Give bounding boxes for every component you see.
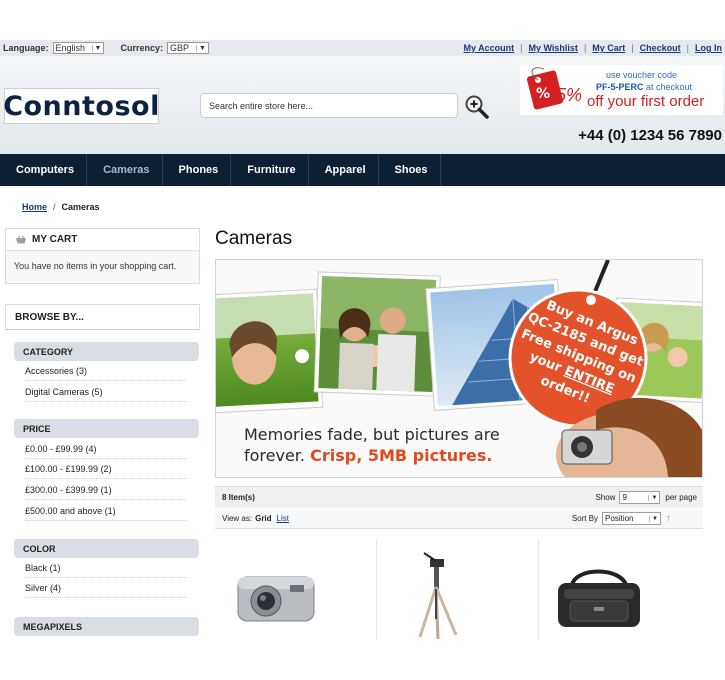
photo-child (216, 288, 324, 414)
separator: | (520, 43, 523, 53)
product-image-camera-bag[interactable] (550, 539, 648, 640)
chevron-down-icon: ▼ (91, 44, 101, 52)
breadcrumb: Home / Cameras (22, 202, 100, 212)
voucher-line3: off your first order (587, 93, 705, 110)
language-label: Language: (3, 43, 49, 53)
sort-by-select[interactable]: Position ▼ (602, 512, 661, 525)
chevron-down-icon: ▼ (195, 44, 206, 52)
filter-option-black[interactable]: Black (1) (25, 559, 187, 578)
filter-option-digital-cameras[interactable]: Digital Cameras (5) (25, 383, 187, 402)
view-list-link[interactable]: List (277, 514, 289, 523)
svg-text:%: % (536, 86, 550, 102)
toolbar-sorter: View as: Grid List Sort By Position ▼ ↑ (215, 509, 703, 529)
product-divider (538, 539, 539, 640)
per-page-value: 9 (622, 493, 627, 502)
nav-item-shoes[interactable]: Shoes (379, 154, 441, 186)
voucher-line2-suffix: at checkout (643, 82, 693, 92)
breadcrumb-home-link[interactable]: Home (22, 202, 47, 212)
filter-option-accessories[interactable]: Accessories (3) (25, 362, 187, 381)
toolbar-pager: 8 Item(s) Show 9 ▼ per page (215, 486, 703, 508)
separator: | (631, 43, 634, 53)
store-logo[interactable]: Conntosol (3, 88, 159, 124)
item-count: 8 Item(s) (222, 493, 255, 502)
banner-caption-line1: Memories fade, but pictures are (244, 425, 500, 444)
promo-banner-art: Buy an Argus QC-2185 and get Free shippi… (216, 260, 702, 477)
filter-price-title: PRICE (14, 419, 199, 438)
svg-text:forever. Crisp, 5MB pictures.: forever. Crisp, 5MB pictures. (244, 446, 492, 465)
filter-option-price-500-plus[interactable]: £500.00 and above (1) (25, 502, 187, 521)
sort-by-value: Position (605, 514, 634, 523)
filter-color-title: COLOR (14, 539, 199, 558)
browse-by-title: BROWSE BY... (5, 304, 200, 330)
phone-number: +44 (0) 1234 56 7890 (578, 127, 722, 144)
banner-caption-line2-pre: forever. (244, 446, 310, 465)
sort-direction-arrow-icon[interactable]: ↑ (666, 513, 671, 524)
nav-item-computers[interactable]: Computers (0, 154, 88, 186)
product-image-silver-camera[interactable] (222, 539, 328, 640)
voucher-line2: PF-5-PERC at checkout (596, 82, 692, 92)
language-select[interactable]: English ▼ (52, 42, 105, 54)
nav-item-phones[interactable]: Phones (163, 154, 232, 186)
mini-cart-title: MY CART (32, 234, 78, 245)
promo-banner[interactable]: Buy an Argus QC-2185 and get Free shippi… (215, 259, 703, 478)
filter-megapixels-title: MEGAPIXELS (14, 617, 199, 636)
voucher-percent: 5% (556, 85, 583, 105)
view-as-label: View as: (222, 514, 253, 523)
voucher-code: PF-5-PERC (596, 82, 644, 92)
my-cart-link[interactable]: My Cart (592, 43, 625, 53)
chevron-down-icon: ▼ (648, 494, 657, 501)
cart-icon (16, 235, 26, 243)
top-bar: Language: English ▼ Currency: GBP ▼ My A… (0, 40, 725, 56)
filter-category-title: CATEGORY (14, 342, 199, 361)
product-divider (376, 539, 377, 640)
breadcrumb-current: Cameras (61, 202, 100, 212)
search-input[interactable]: Search entire store here... (200, 93, 458, 118)
mini-cart-header: MY CART (6, 229, 199, 251)
filter-option-silver[interactable]: Silver (4) (25, 579, 187, 598)
search-zoom-icon[interactable] (464, 94, 490, 120)
my-wishlist-link[interactable]: My Wishlist (529, 43, 578, 53)
photo-family (313, 271, 441, 397)
language-value: English (55, 43, 86, 53)
separator: | (583, 43, 587, 53)
nav-item-apparel[interactable]: Apparel (309, 154, 379, 186)
account-links: My Account | My Wishlist | My Cart | Che… (463, 40, 722, 56)
search-placeholder: Search entire store here... (209, 100, 314, 111)
chevron-down-icon: ▼ (649, 515, 658, 522)
currency-label: Currency: (120, 43, 163, 53)
filter-option-price-300-399[interactable]: £300.00 - £399.99 (1) (25, 481, 187, 500)
main-nav: Computers Cameras Phones Furniture Appar… (0, 154, 725, 186)
mini-cart-empty-text: You have no items in your shopping cart. (14, 261, 177, 271)
breadcrumb-separator: / (53, 202, 56, 212)
per-page-select[interactable]: 9 ▼ (619, 491, 661, 504)
nav-item-furniture[interactable]: Furniture (231, 154, 309, 186)
currency-value: GBP (169, 43, 189, 53)
banner-caption-line2-accent: Crisp, 5MB pictures. (310, 446, 492, 465)
filter-option-price-100-199[interactable]: £100.00 - £199.99 (2) (25, 460, 187, 479)
currency-select[interactable]: GBP ▼ (166, 42, 209, 54)
mini-cart-box: MY CART You have no items in your shoppi… (5, 228, 200, 284)
header: Conntosol Search entire store here... % … (0, 56, 725, 154)
my-account-link[interactable]: My Account (463, 43, 514, 53)
filter-option-price-0-99[interactable]: £0.00 - £99.99 (4) (25, 440, 187, 459)
page-title: Cameras (215, 228, 293, 249)
sort-by-label: Sort By (571, 514, 599, 523)
show-label: Show (595, 493, 616, 502)
nav-item-cameras[interactable]: Cameras (87, 154, 163, 186)
log-in-link[interactable]: Log In (695, 43, 722, 53)
separator: | (686, 43, 689, 53)
voucher-line1: use voucher code (606, 70, 678, 80)
voucher-banner[interactable]: % 5% use voucher code PF-5-PERC at check… (520, 65, 723, 115)
checkout-link[interactable]: Checkout (640, 43, 681, 53)
view-grid-current: Grid (255, 514, 272, 523)
product-image-tripod[interactable] (414, 539, 470, 640)
per-page-label: per page (665, 493, 697, 502)
